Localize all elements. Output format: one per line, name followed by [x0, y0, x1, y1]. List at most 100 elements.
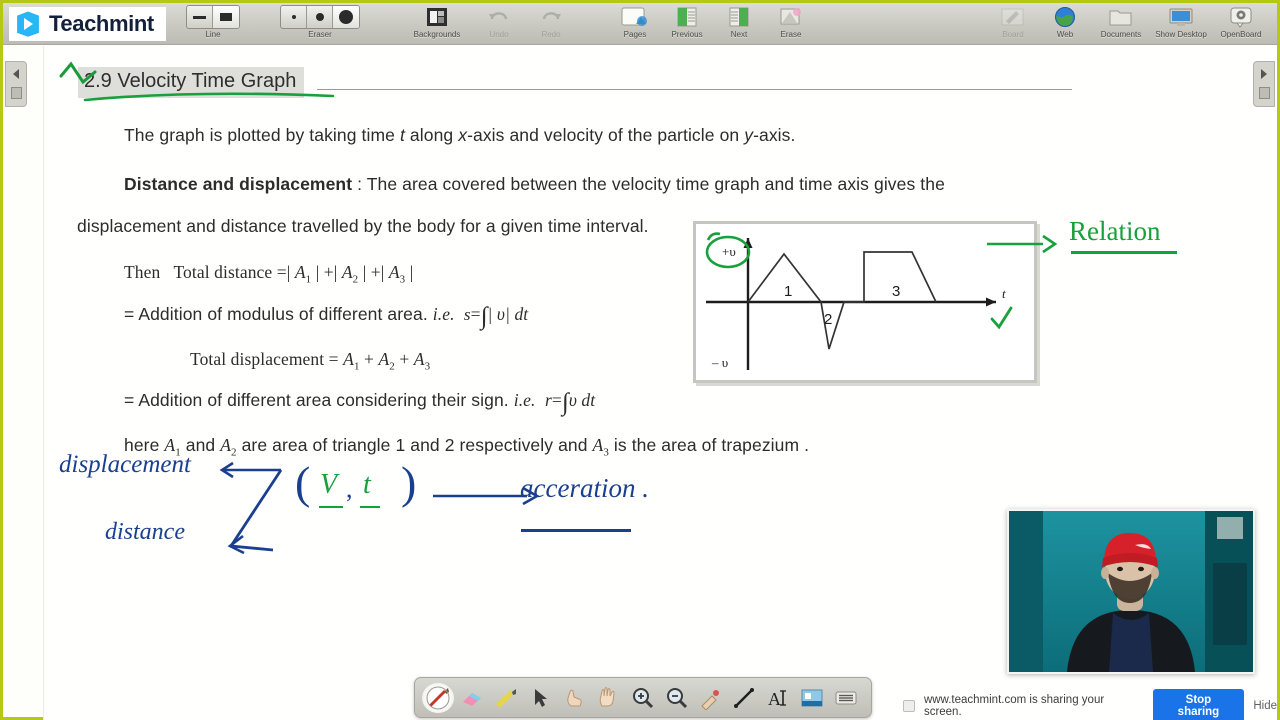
- line-thickness-icon[interactable]: [186, 5, 240, 29]
- toolbar-pages[interactable]: Pages: [609, 3, 661, 45]
- acceleration-annotation: acceration .: [520, 473, 649, 503]
- title-underline-annotation: [59, 61, 335, 102]
- axis-positive-label: +υ: [722, 244, 736, 259]
- bracket-close: ): [401, 457, 417, 508]
- toolbar-documents-label: Documents: [1100, 30, 1142, 39]
- region-label-3: 3: [892, 283, 900, 300]
- left-panel-mini-icon: [10, 86, 22, 99]
- toolbar-undo[interactable]: Undo: [473, 3, 525, 45]
- toolbar-previous-page[interactable]: Previous: [661, 3, 713, 45]
- tool-capture[interactable]: [796, 683, 828, 713]
- text-line-2-bold: Distance and displacement: [124, 174, 353, 194]
- time-symbol-annotation: t: [363, 469, 371, 500]
- toolbar-web-label: Web: [1056, 30, 1074, 39]
- share-status-icon: [903, 700, 915, 712]
- tool-highlighter[interactable]: [490, 683, 522, 713]
- toolbar-redo-label: Redo: [541, 30, 561, 39]
- region-label-1: 1: [784, 283, 792, 300]
- web-globe-icon: [1055, 7, 1075, 27]
- toolbar-previous-label: Previous: [671, 30, 703, 39]
- tool-select[interactable]: [524, 683, 556, 713]
- board-icon: [1001, 8, 1024, 26]
- toolbar-show-desktop[interactable]: Show Desktop: [1151, 3, 1211, 45]
- toolbar-backgrounds[interactable]: Backgrounds: [407, 3, 467, 45]
- toolbar-line-label: Line: [205, 30, 221, 39]
- title-rule: [317, 89, 1072, 90]
- text-line-2-rest: : The area covered between the velocity …: [357, 174, 945, 194]
- toolbar-erase-all[interactable]: Erase: [765, 3, 817, 45]
- toolbar-redo[interactable]: Redo: [525, 3, 577, 45]
- text-tool-icon: A: [768, 689, 786, 709]
- right-panel-handle[interactable]: [1253, 61, 1275, 107]
- text-line-sign: = Addition of different area considering…: [124, 389, 596, 416]
- left-panel-handle[interactable]: [5, 61, 27, 107]
- toolbar-eraser-label: Eraser: [308, 30, 332, 39]
- zoom-out-icon: [667, 687, 688, 708]
- openboard-icon: [1230, 7, 1252, 28]
- webcam-video-frame: [1009, 511, 1253, 672]
- erase-all-icon: [780, 8, 801, 25]
- tool-pen[interactable]: [422, 682, 454, 713]
- displacement-annotation: displacement: [59, 451, 191, 478]
- stop-sharing-button[interactable]: Stop sharing: [1152, 689, 1245, 720]
- time-axis-label: t: [1002, 286, 1006, 301]
- page-left-edge: [43, 46, 44, 720]
- pen-icon: [426, 686, 450, 709]
- highlighter-icon: [496, 688, 516, 708]
- toolbar-line-thickness[interactable]: Line: [183, 3, 243, 45]
- next-page-icon: [729, 7, 749, 27]
- backgrounds-icon: [427, 8, 447, 26]
- toolbar-showdesktop-label: Show Desktop: [1155, 30, 1207, 39]
- bracket-comma: ,: [346, 474, 353, 503]
- toolbar-board[interactable]: Board: [987, 3, 1039, 45]
- bracket-open: (: [295, 457, 311, 508]
- text-line-total-distance: Then Total distance =| A1 | +| A2 | +| A…: [124, 262, 414, 286]
- toolbar-board-label: Board: [1002, 30, 1024, 39]
- text-line-1: The graph is plotted by taking time t al…: [124, 125, 796, 145]
- eraser-size-icon[interactable]: [280, 5, 360, 29]
- toolbar-undo-label: Undo: [489, 30, 509, 39]
- text-line-modulus: = Addition of modulus of different area.…: [124, 303, 529, 330]
- hide-share-bar-link[interactable]: Hide: [1253, 700, 1277, 712]
- toolbar-eraser-size[interactable]: Eraser: [261, 3, 379, 45]
- toolbar-openboard[interactable]: OpenBoard: [1211, 3, 1271, 45]
- cursor-arrow-icon: [535, 688, 547, 707]
- drawing-tools-dock: A: [414, 677, 872, 718]
- toolbar-openboard-label: OpenBoard: [1220, 30, 1262, 39]
- line-tool-icon: [734, 687, 754, 708]
- teachmint-logo: Teachmint: [9, 7, 166, 41]
- tool-laser[interactable]: [694, 683, 726, 713]
- chevron-right-icon: [1261, 69, 1267, 80]
- presenter-webcam-feed[interactable]: [1007, 509, 1255, 674]
- tool-zoom-in[interactable]: [626, 683, 658, 713]
- screen-share-bar: www.teachmint.com is sharing your screen…: [903, 689, 1277, 720]
- toolbar-pages-label: Pages: [623, 30, 647, 39]
- distance-annotation: distance: [105, 519, 185, 545]
- teachmint-book-play-logo: [17, 11, 39, 37]
- tool-menu[interactable]: [830, 683, 862, 713]
- tool-text[interactable]: A: [762, 683, 794, 713]
- tool-pointer[interactable]: [558, 683, 590, 713]
- zoom-in-icon: [633, 687, 654, 708]
- tool-line[interactable]: [728, 683, 760, 713]
- pages-icon: [621, 7, 647, 26]
- redo-icon: [542, 12, 561, 20]
- toolbar-documents[interactable]: Documents: [1091, 3, 1151, 45]
- relation-arrow-annotation: [987, 234, 1058, 254]
- relation-underline: [1071, 251, 1177, 254]
- time-symbol-underline: [360, 506, 380, 509]
- region-label-2: 2: [824, 311, 832, 328]
- laser-pointer-icon: [701, 689, 719, 710]
- tool-pan[interactable]: [592, 683, 624, 713]
- menu-lines-icon: [835, 691, 857, 704]
- acceleration-underline: [521, 529, 631, 532]
- screen-sharing-frame: Line Eraser Backgrounds Undo Redo Pages …: [0, 0, 1280, 720]
- tool-eraser[interactable]: [456, 683, 488, 713]
- svg-text:A: A: [768, 689, 781, 709]
- tool-zoom-out[interactable]: [660, 683, 692, 713]
- toolbar-web[interactable]: Web: [1039, 3, 1091, 45]
- toolbar-next-label: Next: [730, 30, 748, 39]
- text-line-total-displacement: Total displacement = A1 + A2 + A3: [190, 349, 431, 373]
- toolbar-next-page[interactable]: Next: [713, 3, 765, 45]
- undo-icon: [489, 12, 508, 20]
